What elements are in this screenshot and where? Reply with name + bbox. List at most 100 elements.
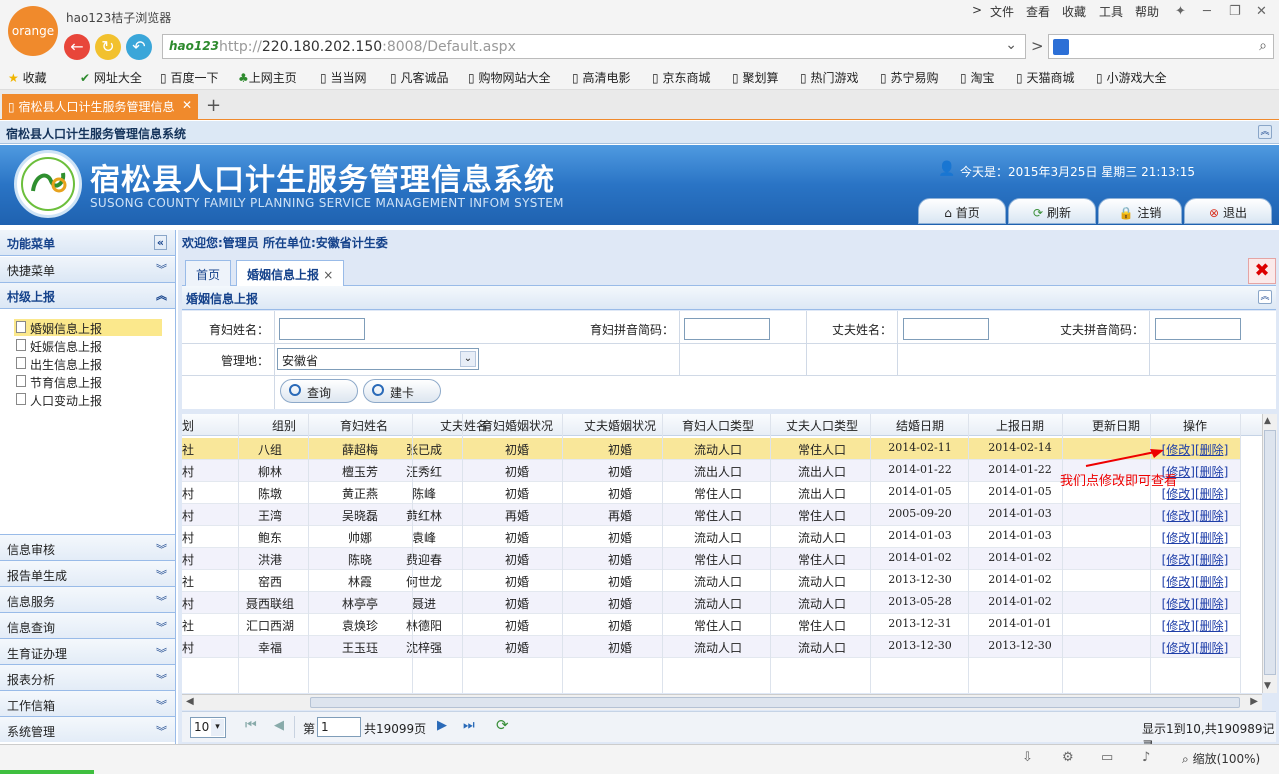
scroll-right-icon[interactable]: ▶ xyxy=(1250,696,1258,707)
close-tab-icon[interactable]: ✕ xyxy=(182,98,192,112)
back-icon[interactable]: ← xyxy=(64,34,90,60)
bookmark-item[interactable]: ▯ 天猫商城 xyxy=(1016,69,1074,86)
edit-link[interactable]: [修改] xyxy=(1162,553,1195,567)
husband-pinyin-input[interactable] xyxy=(1155,318,1241,340)
chevron-right-icon[interactable]: > xyxy=(972,3,982,17)
column-header[interactable]: 丈夫人口类型 xyxy=(770,417,874,434)
query-button[interactable]: 查询 xyxy=(280,379,358,403)
delete-link[interactable]: [删除] xyxy=(1195,575,1228,589)
delete-link[interactable]: [删除] xyxy=(1195,487,1228,501)
sidebar-leaf-contraception[interactable]: 节育信息上报 xyxy=(14,373,162,390)
column-header[interactable]: 操作 xyxy=(1150,417,1240,434)
sidebar-item-review[interactable]: 信息审核 ︾ xyxy=(0,534,175,560)
sidebar-item-query[interactable]: 信息查询 ︾ xyxy=(0,612,175,638)
zoom-control[interactable]: ⌕ 缩放(100%) xyxy=(1182,750,1260,767)
collapse-icon[interactable]: ︽ xyxy=(1258,290,1272,304)
bookmark-item[interactable]: ▯ 聚划算 xyxy=(732,69,778,86)
bookmark-item[interactable]: ▯ 小游戏大全 xyxy=(1096,69,1166,86)
create-card-button[interactable]: 建卡 xyxy=(363,379,441,403)
bookmark-item[interactable]: ♣上网主页 xyxy=(238,69,297,86)
close-all-icon[interactable]: ✖ xyxy=(1248,258,1276,284)
wife-name-input[interactable] xyxy=(279,318,365,340)
column-header[interactable]: 育妇婚姻状况 xyxy=(462,417,572,434)
page-size-select[interactable]: 10 ▾ xyxy=(190,717,226,738)
horizontal-scrollbar[interactable]: ◀ ▶ xyxy=(182,694,1262,710)
menu-file[interactable]: 文件 xyxy=(990,3,1014,20)
sidebar-item-analysis[interactable]: 报表分析 ︾ xyxy=(0,664,175,690)
close-tab-icon[interactable]: × xyxy=(323,268,333,282)
delete-link[interactable]: [删除] xyxy=(1195,531,1228,545)
scroll-left-icon[interactable]: ◀ xyxy=(186,696,194,707)
bookmark-item[interactable]: ▯ 热门游戏 xyxy=(800,69,858,86)
menu-tools[interactable]: 工具 xyxy=(1099,3,1123,20)
delete-link[interactable]: [删除] xyxy=(1195,619,1228,633)
edit-link[interactable]: [修改] xyxy=(1162,575,1195,589)
column-header[interactable]: 上报日期 xyxy=(968,417,1072,434)
page-number-input[interactable]: 1 xyxy=(317,717,361,737)
manage-place-select[interactable]: 安徽省 ⌄ xyxy=(277,348,479,370)
menu-help[interactable]: 帮助 xyxy=(1135,3,1159,20)
menu-view[interactable]: 查看 xyxy=(1026,3,1050,20)
close-window-icon[interactable]: ✕ xyxy=(1256,4,1267,19)
url-text[interactable]: http://220.180.202.150:8008/Default.aspx xyxy=(219,39,516,55)
logout-button[interactable]: 🔒 注销 xyxy=(1098,198,1182,224)
new-tab-icon[interactable]: + xyxy=(206,95,221,116)
download-icon[interactable]: ⇩ xyxy=(1022,750,1033,765)
table-row[interactable]: 社区窑西林霞何世龙初婚初婚流动人口流动人口2013-12-302014-01-0… xyxy=(182,570,1240,606)
bookmark-favorites[interactable]: ★ 收藏 xyxy=(8,69,47,86)
column-header[interactable]: 丈夫婚姻状况 xyxy=(562,417,678,434)
tab-marriage-report[interactable]: 婚姻信息上报 × xyxy=(236,260,345,287)
sidebar-item-system[interactable]: 系统管理 ︾ xyxy=(0,716,175,742)
bookmark-item[interactable]: ▯ 淘宝 xyxy=(960,69,994,86)
forward-icon[interactable]: > xyxy=(1031,37,1044,55)
menu-favorites[interactable]: 收藏 xyxy=(1062,3,1086,20)
delete-link[interactable]: [删除] xyxy=(1195,443,1228,457)
sidebar-leaf-birth[interactable]: 出生信息上报 xyxy=(14,355,162,372)
first-page-icon[interactable]: ⏮ xyxy=(245,718,257,733)
edit-link[interactable]: [修改] xyxy=(1162,619,1195,633)
bookmark-item[interactable]: ▯ 苏宁易购 xyxy=(880,69,938,86)
husband-name-input[interactable] xyxy=(903,318,989,340)
bookmark-item[interactable]: ▯ 京东商城 xyxy=(652,69,710,86)
edit-link[interactable]: [修改] xyxy=(1162,641,1195,655)
tab-home[interactable]: 首页 xyxy=(185,260,232,286)
last-page-icon[interactable]: ⏭ xyxy=(463,718,475,733)
baidu-icon[interactable] xyxy=(1053,39,1069,55)
sidebar-item-mailbox[interactable]: 工作信箱 ︾ xyxy=(0,690,175,716)
volume-icon[interactable]: ♪ xyxy=(1142,750,1150,765)
sidebar-item-birth-cert[interactable]: 生育证办理 ︾ xyxy=(0,638,175,664)
table-row[interactable]: 村聂西联组 林亭亭 聂进 初婚 初婚 流动人口 流动人口 2013-05-28 2014-01-… xyxy=(182,592,1240,614)
edit-link[interactable]: [修改] xyxy=(1162,509,1195,523)
sidebar-item-village[interactable]: 村级上报 ︽ xyxy=(0,283,175,309)
next-page-icon[interactable]: ▶ xyxy=(437,718,447,733)
refresh-icon[interactable]: ↻ xyxy=(95,34,121,60)
delete-link[interactable]: [删除] xyxy=(1195,641,1228,655)
dropdown-icon[interactable]: ⌄ xyxy=(1005,37,1017,53)
column-header[interactable]: 划 xyxy=(182,417,196,434)
column-header[interactable]: 育妇人口类型 xyxy=(662,417,774,434)
sidebar-item-report-gen[interactable]: 报告单生成 ︾ xyxy=(0,560,175,586)
sidebar-item-quick[interactable]: 快捷菜单 ︾ xyxy=(0,257,175,283)
delete-link[interactable]: [删除] xyxy=(1195,465,1228,479)
scroll-up-icon[interactable]: ▲ xyxy=(1264,416,1271,426)
home-button[interactable]: ⌂ 首页 xyxy=(918,198,1006,224)
scroll-thumb[interactable] xyxy=(310,697,1240,708)
address-bar[interactable]: hao123 http://220.180.202.150:8008/Defau… xyxy=(162,34,1026,59)
browser-logo[interactable]: orange xyxy=(8,6,58,56)
home-return-icon[interactable]: ↶ xyxy=(126,34,152,60)
bookmark-item[interactable]: ▯ 高清电影 xyxy=(572,69,630,86)
bookmark-item[interactable]: ▯ 百度一下 xyxy=(160,69,218,86)
table-row[interactable]: 村洪港 陈晓 费迎春 初婚 初婚 常住人口 常住人口 2014-01-02 2014-01-02… xyxy=(182,548,1240,570)
table-row[interactable]: 村幸福 王玉珏 沈梓强 初婚 初婚 流动人口 流动人口 2013-12-30 2013-12-3… xyxy=(182,636,1240,658)
sidebar-leaf-pregnancy[interactable]: 妊娠信息上报 xyxy=(14,337,162,354)
delete-link[interactable]: [删除] xyxy=(1195,597,1228,611)
column-header[interactable]: 育妇姓名 xyxy=(312,417,416,434)
minimize-icon[interactable]: ─ xyxy=(1203,4,1211,19)
edit-link[interactable]: [修改] xyxy=(1162,597,1195,611)
scroll-down-icon[interactable]: ▼ xyxy=(1264,681,1271,691)
edit-link[interactable]: [修改] xyxy=(1162,531,1195,545)
bookmark-item[interactable]: ✔ 网址大全 xyxy=(80,69,142,86)
bookmark-item[interactable]: ▯ 当当网 xyxy=(320,69,366,86)
sidebar-item-service[interactable]: 信息服务 ︾ xyxy=(0,586,175,612)
search-input[interactable]: ⌕ xyxy=(1048,34,1274,59)
